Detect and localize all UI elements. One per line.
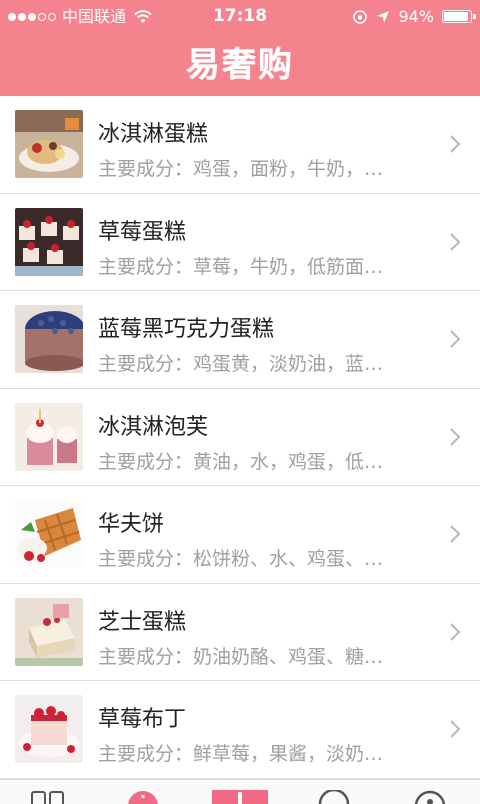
list-item[interactable]: 华夫饼 主要成分：松饼粉、水、鸡蛋、… (0, 486, 480, 584)
dessert-list: 冰淇淋蛋糕 主要成分：鸡蛋，面粉，牛奶，… 草莓蛋糕 主要成分：草莓，牛奶，低筋… (0, 96, 480, 779)
chevron-right-icon (450, 525, 461, 543)
list-item[interactable]: 草莓蛋糕 主要成分：草莓，牛奶，低筋面… (0, 194, 480, 291)
item-title: 芝士蛋糕 (98, 609, 187, 635)
item-title: 冰淇淋蛋糕 (98, 122, 209, 147)
item-title: 蓝莓黑巧克力蛋糕 (98, 317, 275, 342)
chevron-right-icon (450, 720, 461, 738)
page-title: 易奢购 (186, 45, 294, 85)
blueberry-chocolate-cake-thumbnail (15, 305, 83, 373)
orientation-lock-icon (353, 9, 368, 24)
chevron-right-icon (450, 622, 461, 641)
list-item[interactable]: 冰淇淋蛋糕 主要成分：鸡蛋，面粉，牛奶，… (0, 96, 480, 194)
grid-icon[interactable] (30, 790, 66, 804)
strawberry-cake-thumbnail (15, 207, 83, 276)
user-icon[interactable] (412, 790, 448, 804)
item-ingredients: 主要成分：松饼粉、水、鸡蛋、… (98, 548, 384, 570)
cheesecake-thumbnail (15, 597, 83, 666)
bottom-tab-bar (0, 779, 480, 804)
location-icon (377, 10, 390, 23)
item-ingredients: 主要成分：草莓，牛奶，低筋面… (98, 255, 384, 278)
item-ingredients: 主要成分：鲜草莓，果酱，淡奶… (98, 743, 384, 765)
add-icon[interactable] (212, 790, 268, 804)
chevron-right-icon (450, 135, 461, 153)
battery-icon (442, 10, 476, 23)
ice-cream-puff-thumbnail (15, 402, 83, 471)
strawberry-pudding-thumbnail (15, 695, 83, 763)
chevron-right-icon (450, 232, 461, 251)
list-item[interactable]: 草莓布丁 主要成分：鲜草莓，果酱，淡奶… (0, 681, 480, 779)
chevron-right-icon (450, 330, 461, 348)
ice-cream-cake-thumbnail (15, 110, 83, 178)
item-title: 冰淇淋泡芙 (98, 414, 209, 440)
battery-percent: 94% (398, 7, 434, 26)
item-title: 华夫饼 (98, 512, 165, 537)
refresh-icon[interactable] (316, 790, 352, 804)
list-item[interactable]: 冰淇淋泡芙 主要成分：黄油，水，鸡蛋，低… (0, 389, 480, 486)
item-ingredients: 主要成分：黄油，水，鸡蛋，低… (98, 450, 384, 473)
info-icon[interactable] (126, 790, 160, 804)
item-title: 草莓布丁 (98, 707, 187, 732)
list-item[interactable]: 芝士蛋糕 主要成分：奶油奶酪、鸡蛋、糖… (0, 584, 480, 681)
item-title: 草莓蛋糕 (98, 219, 187, 245)
item-ingredients: 主要成分：鸡蛋，面粉，牛奶，… (98, 158, 384, 180)
app-header: 中国联通 17:18 94% 易奢购 (0, 0, 480, 96)
waffle-thumbnail (15, 500, 83, 568)
list-item[interactable]: 蓝莓黑巧克力蛋糕 主要成分：鸡蛋黄，淡奶油，蓝… (0, 291, 480, 389)
chevron-right-icon (450, 427, 461, 446)
item-ingredients: 主要成分：鸡蛋黄，淡奶油，蓝… (98, 353, 384, 375)
status-bar: 中国联通 17:18 94% (0, 0, 480, 33)
item-ingredients: 主要成分：奶油奶酪、鸡蛋、糖… (98, 645, 384, 668)
